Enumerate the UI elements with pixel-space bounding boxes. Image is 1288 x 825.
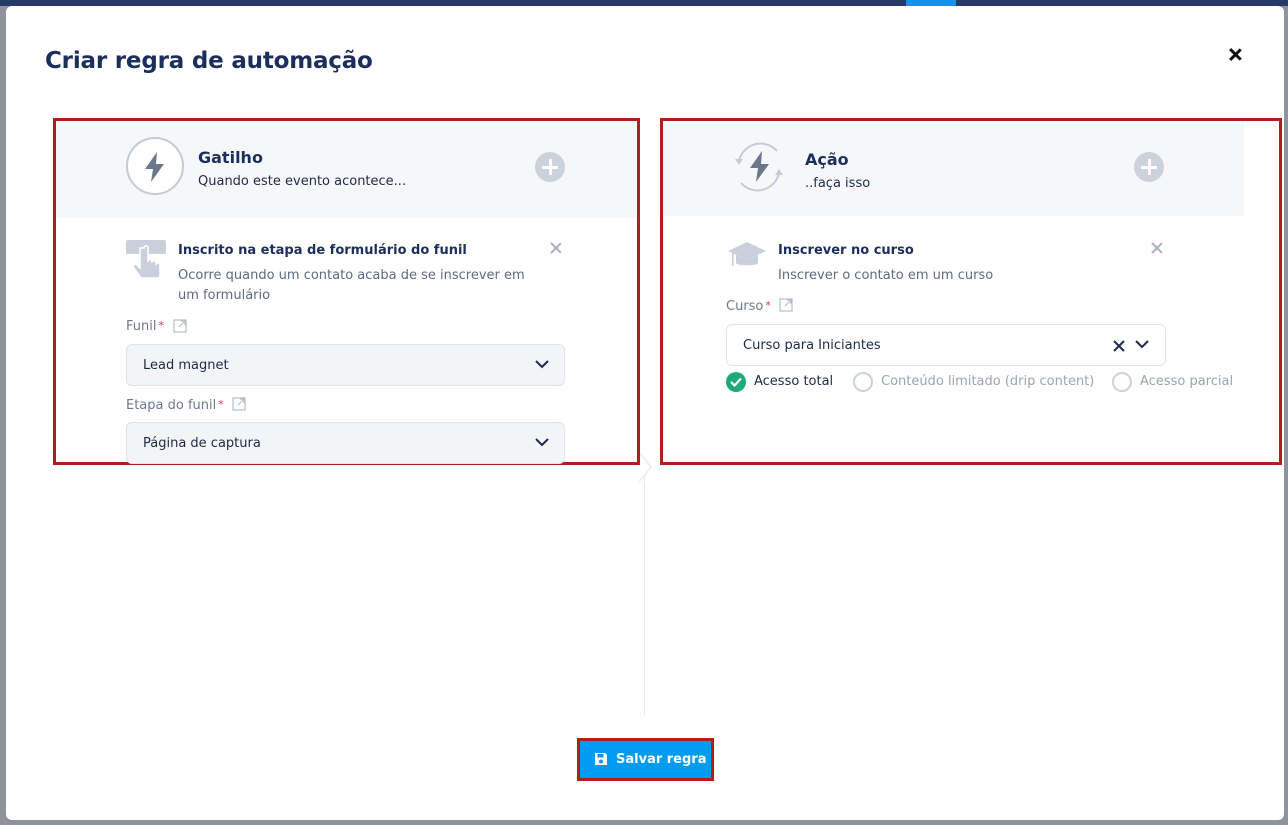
radio-full-access-label: Acesso total bbox=[754, 374, 834, 389]
floppy-disk-icon bbox=[595, 753, 607, 765]
stage-external-link-icon[interactable] bbox=[232, 397, 246, 411]
chevron-down-icon bbox=[1135, 340, 1149, 349]
funnel-stage-select[interactable]: Página de captura bbox=[126, 422, 565, 464]
trigger-title: Gatilho bbox=[198, 148, 263, 167]
radio-partial-access-label: Acesso parcial bbox=[1140, 374, 1234, 389]
funnel-select[interactable]: Lead magnet bbox=[126, 344, 565, 386]
funnel-stage-select-value: Página de captura bbox=[143, 436, 261, 451]
action-panel: Ação ..faça isso Inscrever no curso Insc… bbox=[660, 118, 1282, 465]
funnel-external-link-icon[interactable] bbox=[173, 319, 187, 333]
radio-limited-content-label: Conteúdo limitado (drip content) bbox=[881, 374, 1095, 389]
course-label: Curso * bbox=[726, 299, 771, 314]
hand-pointer-icon bbox=[126, 240, 166, 279]
radio-circle-icon bbox=[853, 372, 873, 392]
save-rule-button[interactable]: Salvar regra bbox=[577, 738, 714, 781]
trigger-subtitle: Quando este evento acontece... bbox=[198, 174, 407, 189]
remove-action-icon[interactable] bbox=[1151, 242, 1163, 254]
trigger-panel: Gatilho Quando este evento acontece... I… bbox=[53, 118, 640, 465]
trigger-bolt-badge bbox=[126, 137, 184, 195]
radio-full-access[interactable]: Acesso total bbox=[726, 371, 836, 393]
radio-partial-access[interactable]: Acesso parcial bbox=[1112, 371, 1242, 393]
trigger-item-description: Ocorre quando um contato acaba de se ins… bbox=[178, 268, 525, 303]
automation-rule-modal: Criar regra de automação Gatilho Quando … bbox=[6, 6, 1284, 820]
radio-limited-content[interactable]: Conteúdo limitado (drip content) bbox=[853, 371, 1098, 393]
course-select[interactable]: Curso para Iniciantes bbox=[726, 324, 1166, 366]
connector-line bbox=[644, 476, 645, 716]
chevron-down-icon bbox=[535, 360, 549, 369]
add-trigger-icon[interactable] bbox=[535, 152, 565, 182]
action-item-description: Inscrever o contato em um curso bbox=[778, 268, 994, 283]
chevron-down-icon bbox=[535, 438, 549, 447]
trigger-header: Gatilho Quando este evento acontece... bbox=[56, 121, 637, 218]
action-item-title: Inscrever no curso bbox=[778, 243, 914, 258]
close-icon[interactable] bbox=[1226, 46, 1244, 64]
lightning-bolt-cycle-icon bbox=[735, 142, 783, 192]
add-action-icon[interactable] bbox=[1134, 152, 1164, 182]
action-title: Ação bbox=[805, 150, 849, 169]
funnel-label: Funil * bbox=[126, 319, 164, 334]
action-subtitle: ..faça isso bbox=[805, 176, 871, 191]
course-select-value: Curso para Iniciantes bbox=[743, 338, 881, 353]
radio-circle-icon bbox=[1112, 372, 1132, 392]
access-type-radio-group: Acesso total Conteúdo limitado (drip con… bbox=[726, 371, 1266, 393]
funnel-select-value: Lead magnet bbox=[143, 358, 229, 373]
action-header: Ação ..faça isso bbox=[663, 123, 1244, 216]
lightning-bolt-icon bbox=[145, 152, 164, 182]
funnel-stage-label: Etapa do funil * bbox=[126, 398, 224, 413]
course-external-link-icon[interactable] bbox=[779, 298, 793, 312]
clear-x-icon[interactable] bbox=[1113, 340, 1125, 352]
save-rule-label: Salvar regra bbox=[616, 752, 707, 767]
check-circle-icon bbox=[726, 372, 746, 392]
graduation-cap-icon bbox=[728, 242, 766, 266]
trigger-item-title: Inscrito na etapa de formulário do funil bbox=[178, 243, 467, 258]
modal-title: Criar regra de automação bbox=[45, 48, 373, 74]
remove-trigger-icon[interactable] bbox=[550, 242, 562, 254]
